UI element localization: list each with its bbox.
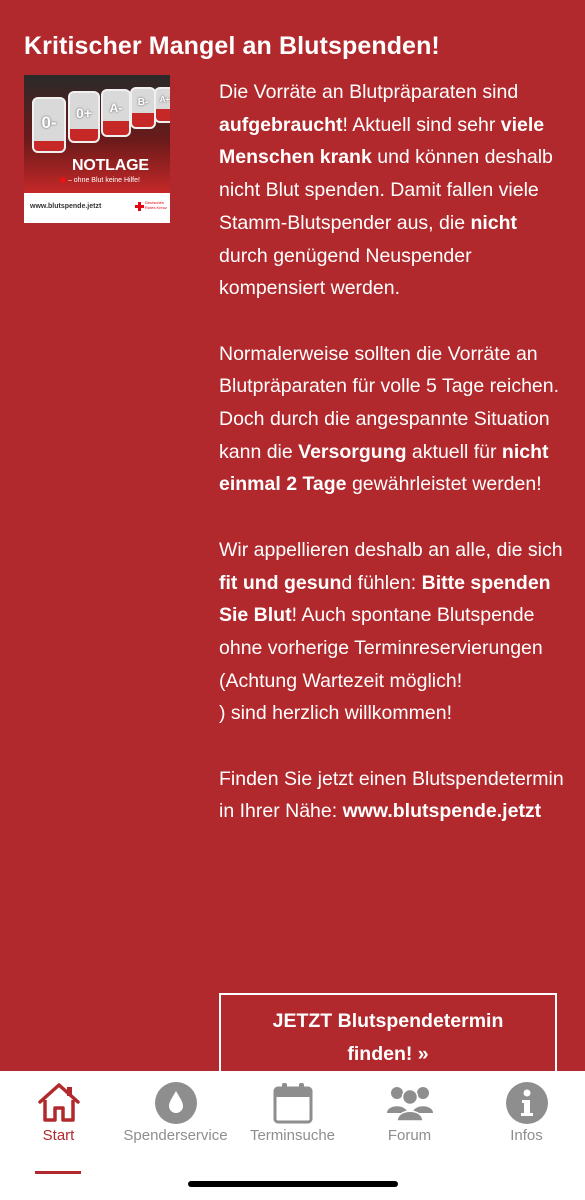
tab-terminsuche[interactable]: Terminsuche (234, 1071, 351, 1151)
tab-label: Infos (510, 1127, 543, 1144)
home-icon (0, 1081, 117, 1123)
find-appointment-button[interactable]: JETZT Blutspendetermin finden! » (219, 993, 557, 1083)
tab-start[interactable]: Start (0, 1071, 117, 1151)
blutspende-link[interactable]: www.blutspende.jetzt (343, 800, 542, 822)
group-icon (351, 1081, 468, 1123)
active-tab-indicator (35, 1171, 81, 1174)
banner-headline: NOTLAGE (72, 157, 149, 174)
banner-footer: www.blutspende.jetzt Deutsches Rotes Kre… (24, 193, 170, 223)
drop-icon (117, 1081, 234, 1124)
blood-bag-icon: B- (130, 87, 156, 129)
tab-spenderservice[interactable]: Spenderservice (117, 1071, 234, 1151)
banner-url: www.blutspende.jetzt (30, 203, 102, 210)
banner-subline: – ohne Blut keine Hilfe! (60, 177, 140, 184)
notlage-banner-image[interactable]: 0- 0+ A- B- A+ NOTLAGE – ohne Blut keine… (24, 75, 170, 223)
blood-bag-icon: 0+ (68, 91, 100, 143)
blood-bag-icon: A- (101, 89, 131, 137)
home-indicator[interactable] (188, 1181, 398, 1187)
paragraph-find: Finden Sie jetzt einen Blutspendetermin … (219, 767, 564, 823)
paragraph-days: Normalerweise sollten die Vorräte an Blu… (219, 342, 560, 496)
blood-bag-icon: A+ (154, 87, 170, 123)
banner-org: Deutsches Rotes Kreuz (145, 200, 168, 210)
page-title: Kritischer Mangel an Blutspenden! (24, 32, 440, 60)
tab-infos[interactable]: Infos (468, 1071, 585, 1151)
tab-forum[interactable]: Forum (351, 1071, 468, 1151)
blood-drop-icon (60, 177, 66, 184)
paragraph-appeal: Wir appellieren deshalb an alle, die sic… (219, 538, 563, 725)
calendar-icon (234, 1081, 351, 1124)
blood-bag-icon: 0- (32, 97, 66, 153)
red-cross-icon (135, 202, 144, 211)
article-body: Die Vorräte an Blutpräparaten sind aufge… (219, 76, 564, 861)
paragraph-supplies: Die Vorräte an Blutpräparaten sind aufge… (219, 81, 553, 300)
info-icon (468, 1081, 585, 1124)
